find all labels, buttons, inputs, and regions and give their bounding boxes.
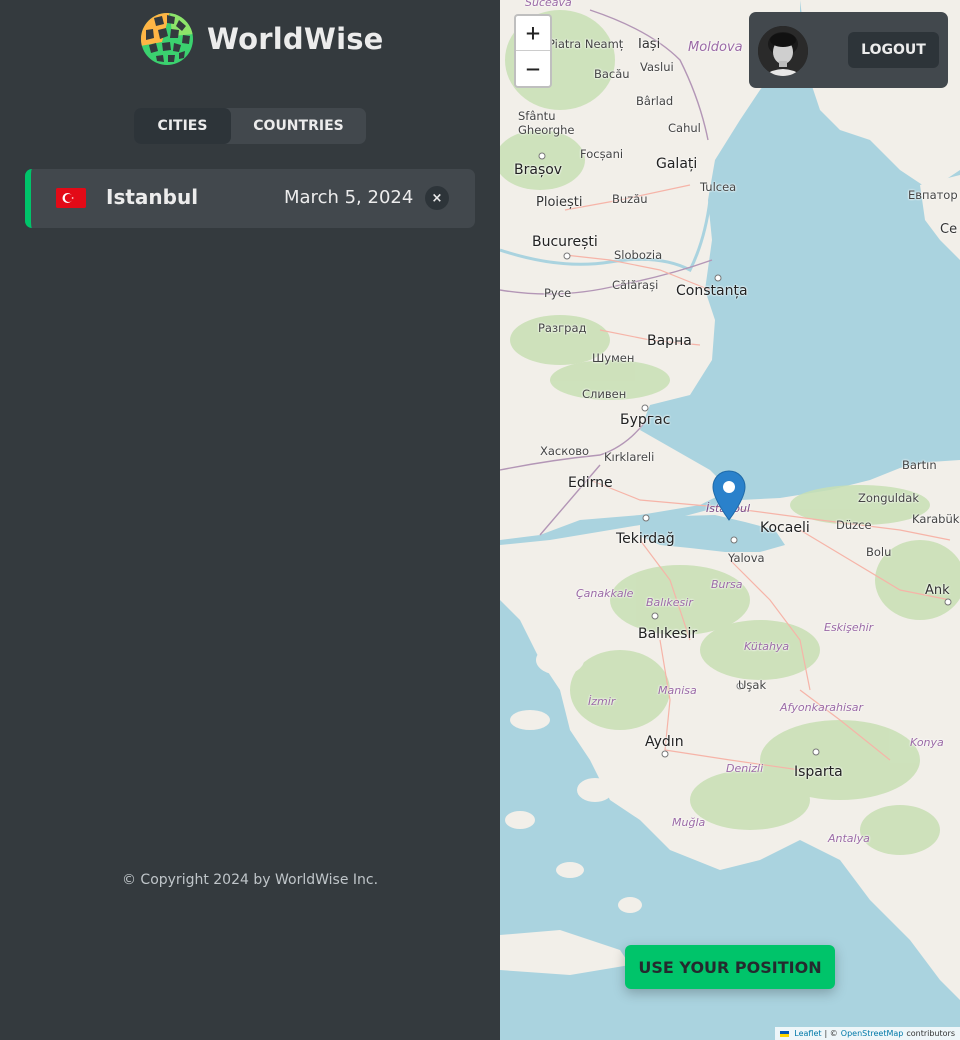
map-label: Suceava	[525, 0, 572, 9]
globe-logo-icon	[141, 13, 193, 65]
ukraine-flag-icon	[780, 1030, 790, 1037]
map-label: Tekirdağ	[616, 531, 675, 547]
map-label: Aydın	[645, 734, 684, 750]
map-label: Afyonkarahisar	[780, 701, 864, 714]
map-marker-icon[interactable]	[712, 470, 746, 522]
map-label: Muğla	[672, 816, 706, 829]
map-label: Bolu	[866, 545, 892, 559]
map-label: Хасково	[540, 444, 590, 458]
map-label: Eskişehir	[824, 621, 874, 634]
map-label: Galați	[656, 156, 698, 172]
attribution-contributors: contributors	[906, 1029, 955, 1038]
map-attribution: Leaflet | © OpenStreetMap contributors	[775, 1027, 960, 1040]
map-label: Ank	[925, 583, 950, 598]
copyright: © Copyright 2024 by WorldWise Inc.	[121, 872, 379, 888]
leaflet-link[interactable]: Leaflet	[794, 1029, 821, 1038]
map[interactable]: Suceava Piatra Neamț Iași Moldova Vaslui…	[500, 0, 960, 1040]
map-label: Sfântu Gheorghe	[518, 109, 575, 137]
use-position-button[interactable]: USE YOUR POSITION	[625, 945, 835, 989]
map-label: Варна	[647, 333, 692, 349]
map-label: Cahul	[668, 121, 701, 135]
tab-cities[interactable]: CITIES	[134, 108, 231, 144]
logout-button[interactable]: LOGOUT	[848, 32, 939, 68]
delete-city-button[interactable]: ×	[425, 186, 449, 210]
logo[interactable]: WorldWise	[140, 12, 384, 66]
map-label: Евпатор	[908, 188, 958, 202]
zoom-in-button[interactable]: +	[516, 16, 550, 51]
city-list-item[interactable]: Istanbul March 5, 2024 ×	[25, 169, 475, 228]
map-label: Moldova	[688, 40, 743, 55]
city-name: Istanbul	[106, 185, 199, 209]
map-label: Tulcea	[700, 180, 737, 194]
map-label: Bursa	[711, 578, 743, 591]
map-label: Brașov	[514, 162, 563, 178]
map-label: București	[532, 234, 598, 250]
map-label: Русе	[544, 286, 572, 300]
map-label: Manisa	[658, 684, 697, 697]
city-date: March 5, 2024	[284, 187, 414, 208]
map-label: Ploiești	[536, 195, 583, 210]
map-label: Isparta	[794, 764, 843, 780]
map-label: Focșani	[580, 147, 624, 161]
map-label: Denizli	[726, 762, 764, 775]
map-label: Çanakkale	[576, 587, 634, 600]
map-label: Разград	[538, 321, 587, 335]
sidebar: WorldWise CITIES COUNTRIES Istanbul Marc…	[0, 0, 500, 1040]
map-label-balikesir: Balıkesir	[638, 626, 698, 642]
map-label: Vaslui	[640, 60, 674, 74]
map-label: Slobozia	[614, 248, 663, 262]
map-label: Сливен	[582, 387, 627, 401]
map-label: Buzău	[612, 192, 648, 206]
attribution-separator: | ©	[824, 1029, 838, 1038]
view-tabs: CITIES COUNTRIES	[134, 108, 366, 144]
zoom-out-button[interactable]: −	[516, 51, 550, 86]
zoom-control: + −	[514, 14, 552, 88]
map-label: Kocaeli	[760, 520, 810, 536]
map-label: Шумен	[592, 351, 635, 365]
map-label: Се	[940, 222, 958, 237]
map-label: Călărași	[612, 278, 659, 292]
turkey-flag-icon	[56, 188, 86, 208]
map-label: Antalya	[828, 832, 870, 845]
user-panel: LOGOUT	[749, 12, 948, 88]
map-label: Yalova	[728, 551, 765, 565]
map-label: Bacău	[594, 67, 630, 81]
map-label: Kırklareli	[604, 450, 655, 464]
map-label: Piatra Neamț	[548, 37, 624, 51]
map-label: Uşak	[738, 678, 767, 692]
map-label: Düzce	[836, 518, 872, 532]
map-label: Kütahya	[744, 640, 790, 653]
map-label: Iași	[638, 37, 661, 52]
map-label: Bârlad	[636, 94, 674, 108]
map-label: Edirne	[568, 475, 613, 491]
map-label: Konya	[910, 736, 944, 749]
map-label: Zonguldak	[858, 491, 919, 505]
map-label: Bartın	[902, 458, 937, 472]
map-label: Karabük	[912, 512, 960, 526]
map-label: Constanța	[676, 283, 748, 299]
osm-link[interactable]: OpenStreetMap	[841, 1029, 904, 1038]
map-label: Balıkesir	[646, 596, 693, 609]
map-label: İzmir	[588, 695, 616, 708]
app-name: WorldWise	[207, 22, 384, 56]
avatar	[758, 26, 808, 76]
map-label: Бургас	[620, 412, 671, 428]
tab-countries[interactable]: COUNTRIES	[231, 108, 366, 144]
